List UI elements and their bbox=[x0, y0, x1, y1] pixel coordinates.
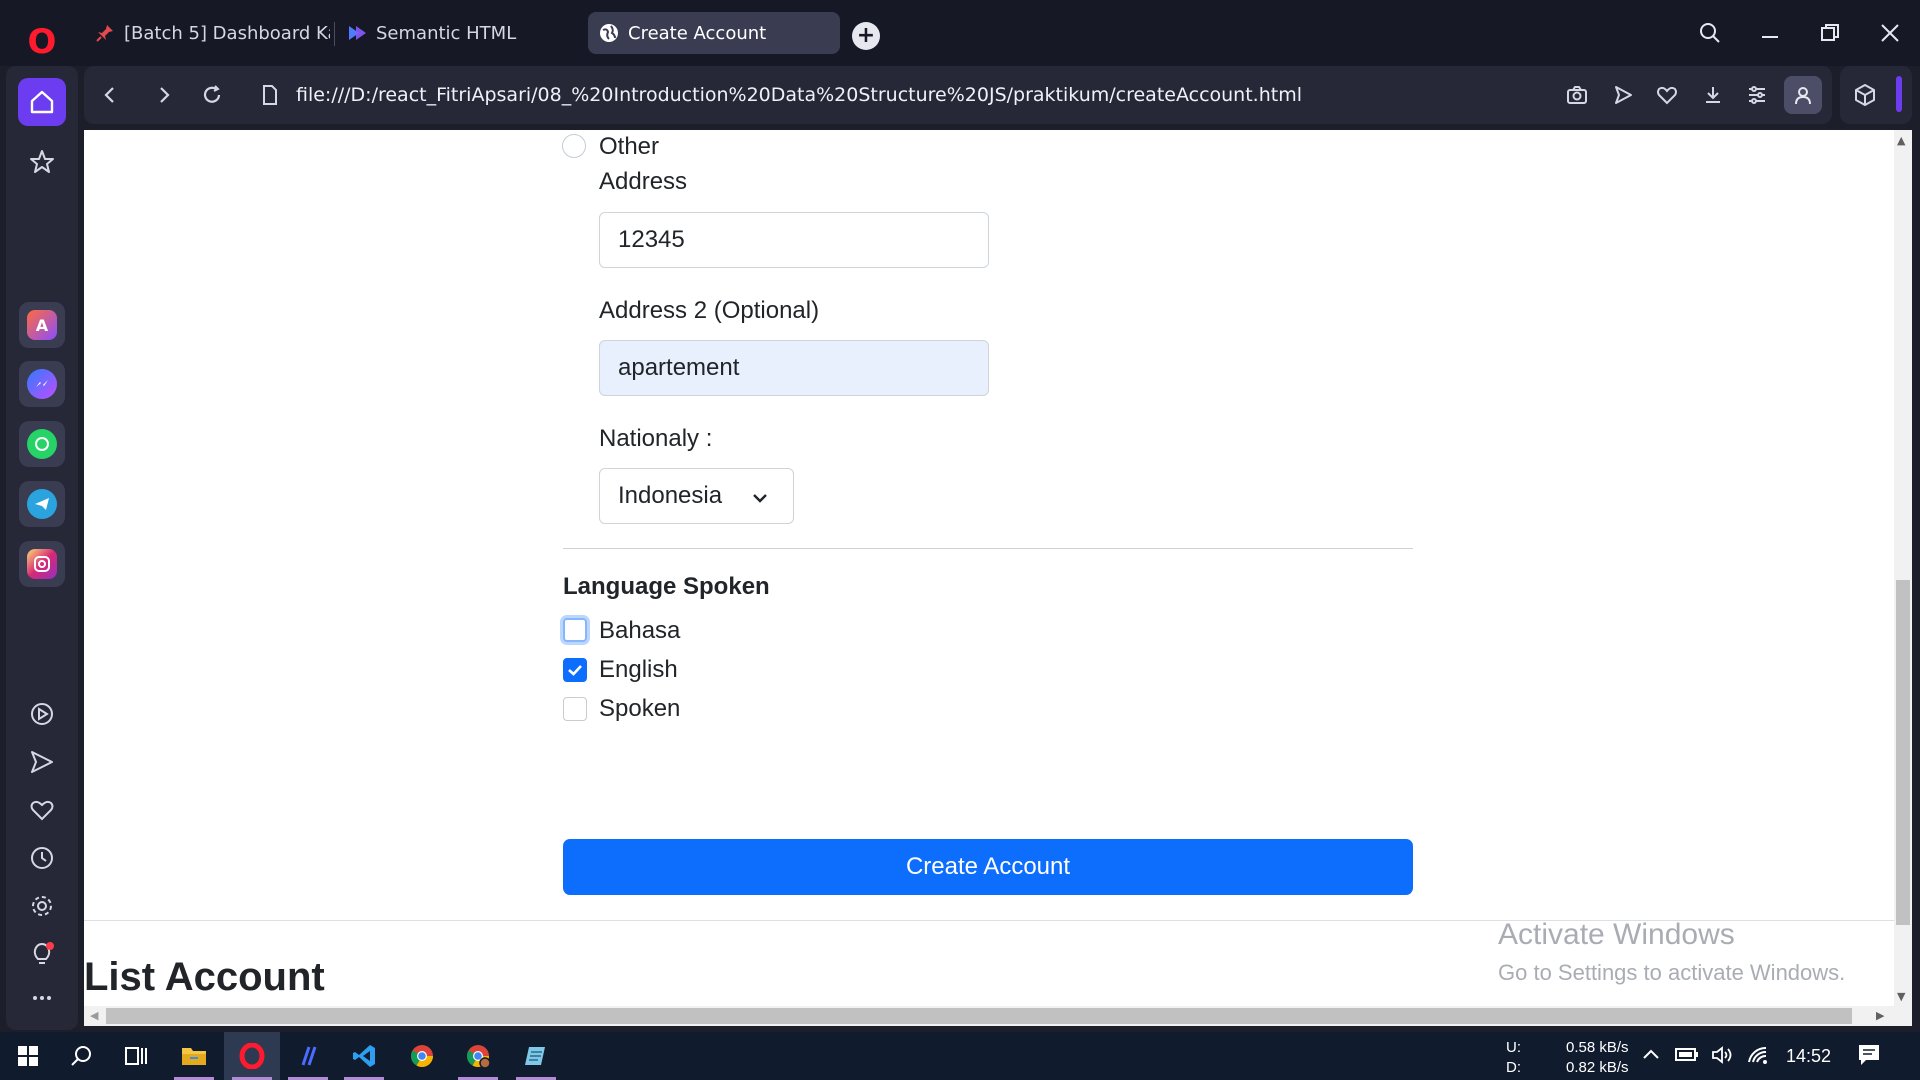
scroll-left-arrow-icon[interactable]: ◀ bbox=[90, 1009, 98, 1022]
download-icon[interactable] bbox=[1694, 76, 1732, 114]
vertical-scroll-thumb[interactable] bbox=[1896, 580, 1910, 925]
instagram-icon[interactable] bbox=[19, 541, 65, 587]
upload-speed: 0.58 kB/s bbox=[1566, 1039, 1629, 1056]
aria-ai-icon[interactable]: A bbox=[19, 302, 65, 348]
url-field[interactable]: file:///D:/react_FitriApsari/08_%20Intro… bbox=[296, 80, 1302, 110]
profile-avatar-icon[interactable] bbox=[1784, 76, 1822, 114]
task-view-icon[interactable] bbox=[108, 1032, 164, 1080]
nationality-select[interactable]: Indonesia bbox=[599, 468, 794, 524]
download-label: D: bbox=[1506, 1059, 1521, 1076]
settings-gear-icon[interactable] bbox=[18, 882, 66, 930]
checkbox-english-label: English bbox=[599, 656, 678, 683]
section-divider bbox=[563, 548, 1413, 549]
file-explorer-icon[interactable] bbox=[166, 1032, 222, 1080]
download-speed: 0.82 kB/s bbox=[1566, 1059, 1629, 1076]
address-value: 12345 bbox=[618, 226, 685, 253]
semantic-app-icon bbox=[346, 22, 368, 44]
tab-label: Semantic HTML bbox=[376, 22, 517, 44]
whatsapp-icon[interactable] bbox=[19, 421, 65, 467]
snapshot-camera-icon[interactable] bbox=[1558, 76, 1596, 114]
tab-semantic-html[interactable]: Semantic HTML bbox=[336, 12, 566, 54]
search-tabs-icon[interactable] bbox=[1690, 14, 1730, 52]
checkbox-english[interactable] bbox=[563, 658, 587, 682]
checkmark-icon bbox=[568, 665, 582, 676]
list-account-heading: List Account bbox=[84, 955, 325, 999]
easy-setup-menu-icon[interactable] bbox=[1738, 76, 1776, 114]
activate-windows-title: Activate Windows bbox=[1498, 918, 1735, 951]
sidebar-accent-bar bbox=[1896, 76, 1902, 112]
battery-icon[interactable] bbox=[1674, 1045, 1700, 1069]
address-label: Address bbox=[599, 168, 688, 195]
show-hidden-icons-chevron-icon[interactable] bbox=[1640, 1044, 1662, 1070]
forward-icon[interactable] bbox=[146, 76, 182, 114]
tab-separator bbox=[334, 22, 335, 46]
tab-label: Create Account bbox=[628, 22, 767, 44]
close-icon[interactable] bbox=[1870, 14, 1910, 52]
tips-lightbulb-icon[interactable] bbox=[18, 930, 66, 978]
chrome-icon[interactable] bbox=[394, 1032, 450, 1080]
address-input[interactable]: 12345 bbox=[599, 212, 989, 268]
tab-dashboard[interactable]: [Batch 5] Dashboard Kamp bbox=[84, 12, 330, 54]
globe-icon bbox=[598, 22, 620, 44]
pinboards-heart-icon[interactable] bbox=[18, 786, 66, 834]
messenger-icon[interactable] bbox=[19, 361, 65, 407]
checkbox-spoken-label: Spoken bbox=[599, 695, 681, 722]
search-icon[interactable] bbox=[54, 1032, 110, 1080]
back-icon[interactable] bbox=[92, 76, 128, 114]
wifi-icon[interactable] bbox=[1746, 1044, 1772, 1070]
checkbox-spoken[interactable] bbox=[563, 697, 587, 721]
opera-logo-icon[interactable]: O bbox=[22, 22, 62, 62]
send-to-flow-icon[interactable] bbox=[1604, 76, 1642, 114]
address2-label: Address 2 (Optional) bbox=[599, 297, 820, 324]
file-page-icon bbox=[252, 76, 288, 114]
windows-start-icon[interactable] bbox=[0, 1032, 56, 1080]
pin-heart-icon[interactable] bbox=[1648, 76, 1686, 114]
bookmarks-star-icon[interactable] bbox=[18, 138, 66, 186]
clock-time[interactable]: 14:52 bbox=[1786, 1046, 1831, 1067]
nationality-value: Indonesia bbox=[618, 482, 723, 509]
radio-other[interactable] bbox=[562, 134, 586, 158]
player-icon[interactable] bbox=[18, 690, 66, 738]
notes-app-icon[interactable] bbox=[508, 1032, 564, 1080]
scroll-right-arrow-icon[interactable]: ▶ bbox=[1876, 1009, 1884, 1022]
history-clock-icon[interactable] bbox=[18, 834, 66, 882]
new-tab-button[interactable]: + bbox=[852, 22, 880, 50]
activate-windows-subtitle: Go to Settings to activate Windows. bbox=[1498, 960, 1846, 985]
nationality-label: Nationaly : bbox=[599, 425, 713, 452]
home-icon[interactable] bbox=[18, 78, 66, 126]
upload-label: U: bbox=[1506, 1039, 1521, 1056]
address2-input[interactable]: apartement bbox=[599, 340, 989, 396]
chevron-down-icon bbox=[750, 487, 770, 515]
notification-center-icon[interactable] bbox=[1856, 1042, 1882, 1072]
tab-label: [Batch 5] Dashboard Kamp bbox=[124, 22, 330, 44]
address2-value: apartement bbox=[618, 354, 740, 381]
telegram-icon[interactable] bbox=[19, 481, 65, 527]
taskbar-opera-icon[interactable] bbox=[224, 1032, 280, 1080]
checkbox-bahasa-label: Bahasa bbox=[599, 617, 681, 644]
vscode-icon[interactable] bbox=[336, 1032, 392, 1080]
flow-send-icon[interactable] bbox=[18, 738, 66, 786]
pin-icon bbox=[94, 22, 116, 44]
more-options-icon[interactable] bbox=[18, 974, 66, 1022]
page-viewport: Other Address 12345 Address 2 (Optional)… bbox=[84, 130, 1896, 1026]
minimize-icon[interactable] bbox=[1750, 14, 1790, 52]
scroll-up-arrow-icon[interactable]: ▲ bbox=[1897, 134, 1905, 147]
checkbox-bahasa[interactable] bbox=[563, 618, 587, 642]
radio-other-label: Other bbox=[599, 133, 660, 160]
reload-icon[interactable] bbox=[194, 76, 230, 114]
scroll-down-arrow-icon[interactable]: ▼ bbox=[1897, 990, 1905, 1003]
restore-icon[interactable] bbox=[1810, 14, 1850, 52]
volume-icon[interactable] bbox=[1710, 1044, 1736, 1070]
chrome-profile-icon[interactable] bbox=[450, 1032, 506, 1080]
create-account-button[interactable]: Create Account bbox=[563, 839, 1413, 895]
taskbar-slash-app-icon[interactable] bbox=[280, 1032, 336, 1080]
extensions-cube-icon[interactable] bbox=[1846, 76, 1884, 114]
language-heading: Language Spoken bbox=[563, 573, 770, 600]
horizontal-scroll-thumb[interactable] bbox=[106, 1008, 1852, 1024]
tab-create-account[interactable]: Create Account bbox=[588, 12, 840, 54]
